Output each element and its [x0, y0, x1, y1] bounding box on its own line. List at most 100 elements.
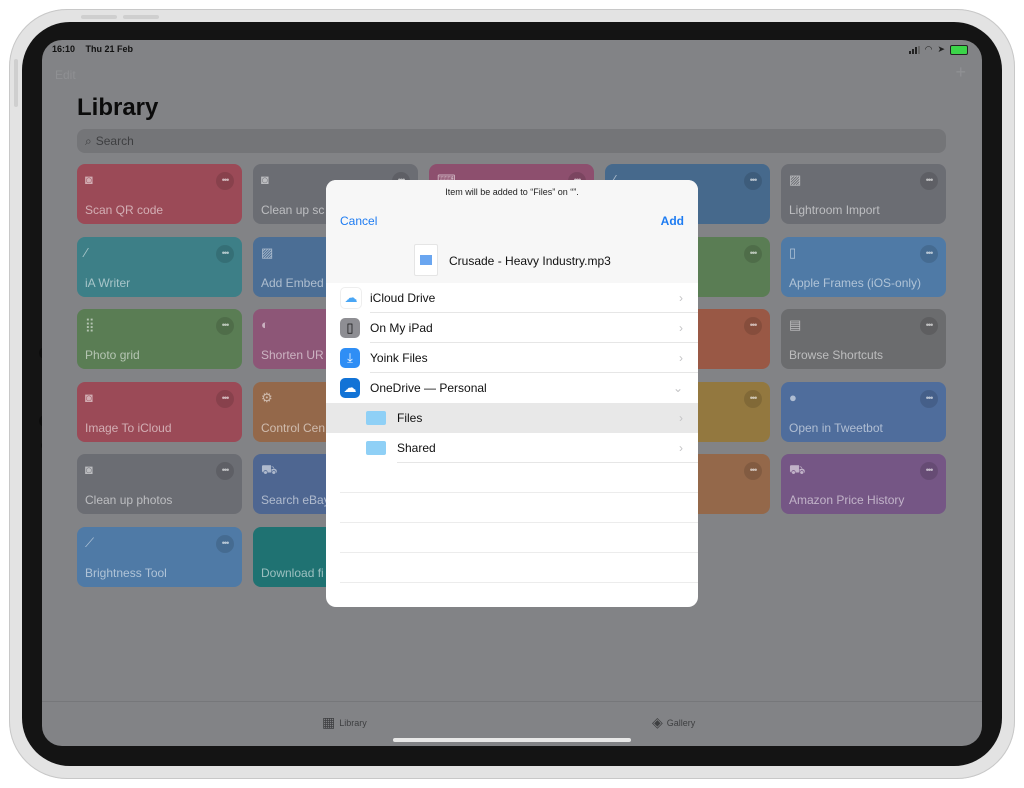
cart-icon: ⛟ [789, 462, 806, 477]
shortcut-label: Browse Shortcuts [789, 348, 884, 362]
shortcut-card[interactable]: ⟋ ••• Brightness Tool [77, 526, 242, 587]
more-options-icon[interactable]: ••• [216, 244, 234, 263]
camera-icon: ◙ [85, 389, 93, 405]
shortcut-card[interactable]: ◙ ••• Image To iCloud [77, 381, 242, 442]
shortcut-label: Lightroom Import [789, 203, 880, 217]
camera-icon: ◙ [85, 172, 93, 187]
more-options-icon[interactable]: ••• [744, 172, 762, 190]
folder-row[interactable]: Files › [326, 403, 698, 433]
edit-button[interactable]: Edit [55, 68, 76, 82]
shortcut-label: iA Writer [85, 275, 131, 290]
wifi-icon: ◠ [924, 44, 933, 54]
shortcut-card[interactable]: ▨ ••• Lightroom Import [781, 164, 946, 224]
folder-row[interactable]: Shared › [326, 433, 698, 463]
location-label: OneDrive — Personal [370, 381, 487, 395]
chevron-down-icon: ⌄ [672, 381, 683, 395]
empty-row [326, 463, 698, 493]
more-options-icon[interactable]: ••• [920, 389, 938, 408]
location-label: Yoink Files [370, 351, 428, 365]
location-row[interactable]: ▯ On My iPad › [326, 313, 698, 343]
empty-row [326, 523, 698, 553]
signal-icon [908, 45, 920, 54]
plus-icon[interactable]: + [955, 62, 966, 83]
layers-icon: ◈ [652, 714, 663, 730]
chevron-right-icon: › [679, 351, 683, 365]
location-label: On My iPad [370, 321, 433, 335]
more-options-icon[interactable]: ••• [216, 172, 234, 190]
location-row[interactable]: ☁ OneDrive — Personal ⌄ [326, 373, 698, 403]
battery-icon [950, 44, 968, 55]
grid-icon: ▦ [322, 714, 336, 730]
newspaper-icon: ▤ [789, 317, 802, 332]
location-row[interactable]: ☁ iCloud Drive › [326, 283, 698, 313]
status-time: 16:10 [52, 44, 76, 54]
shortcut-label: Amazon Price History [789, 493, 905, 507]
shortcut-label: Brightness Tool [85, 565, 167, 580]
location-icon: ➤ [937, 44, 945, 54]
cancel-button[interactable]: Cancel [340, 214, 377, 228]
power-button [14, 59, 18, 107]
tab-gallery[interactable]: ◈ Gallery [652, 714, 695, 731]
more-options-icon[interactable]: ••• [216, 534, 234, 553]
cart-icon: ⛟ [261, 462, 278, 477]
page-title: Library [77, 94, 159, 121]
tab-gallery-label: Gallery [666, 717, 696, 728]
more-options-icon[interactable]: ••• [744, 462, 762, 480]
status-icons: ◠ ➤ [908, 44, 968, 55]
more-options-icon[interactable]: ••• [920, 317, 938, 335]
more-options-icon[interactable]: ••• [744, 244, 762, 263]
tab-library[interactable]: ▦ Library [322, 714, 367, 731]
folder-icon [366, 411, 386, 425]
volume-button [81, 15, 117, 19]
shortcut-label: Photo grid [85, 348, 140, 362]
folder-label: Files [397, 411, 423, 425]
shortcut-label: Search eBay [261, 493, 330, 507]
shortcut-label: Control Cen [261, 420, 326, 435]
camera-icon: ◙ [85, 462, 93, 477]
home-indicator[interactable] [393, 738, 631, 742]
more-options-icon[interactable]: ••• [216, 462, 234, 480]
shortcut-card[interactable]: ⁄ ••• iA Writer [77, 236, 242, 297]
chevron-right-icon: › [679, 411, 683, 425]
tablet-icon: ▯ [789, 244, 797, 260]
chevron-right-icon: › [679, 291, 683, 305]
location-list: ☁ iCloud Drive › ▯ On My iPad › ⤓ Yoink Files › ☁… [326, 283, 698, 583]
empty-row [326, 493, 698, 523]
chevron-right-icon: › [679, 441, 683, 455]
shortcut-card[interactable]: ⛟ ••• Amazon Price History [781, 454, 946, 514]
photo-icon: ▨ [261, 244, 274, 260]
shortcut-card[interactable]: ● ••• Open in Tweetbot [781, 381, 946, 442]
more-options-icon[interactable]: ••• [920, 462, 938, 480]
shortcut-label: Apple Frames (iOS-only) [789, 275, 922, 290]
photo-icon: ▨ [789, 172, 802, 187]
file-name: Crusade - Heavy Industry.mp3 [449, 254, 611, 268]
status-bar: 16:10 Thu 21 Feb [52, 44, 141, 54]
shortcut-card[interactable]: ▤ ••• Browse Shortcuts [781, 309, 946, 369]
more-options-icon[interactable]: ••• [920, 172, 938, 190]
shortcut-label: Open in Tweetbot [789, 420, 883, 435]
more-options-icon[interactable]: ••• [744, 317, 762, 335]
add-button[interactable]: Add [661, 214, 684, 228]
compass-icon: ◐ [261, 317, 269, 332]
search-input[interactable]: ⌕ Search [77, 129, 946, 153]
status-date: Thu 21 Feb [85, 44, 134, 54]
more-options-icon[interactable]: ••• [744, 389, 762, 408]
speech-bubble-icon: ● [789, 389, 797, 405]
shortcut-card[interactable]: ⣿ ••• Photo grid [77, 309, 242, 369]
more-options-icon[interactable]: ••• [920, 244, 938, 263]
location-row[interactable]: ⤓ Yoink Files › [326, 343, 698, 373]
shortcut-card[interactable]: ◙ ••• Clean up photos [77, 454, 242, 514]
search-placeholder: Search [95, 134, 134, 148]
shortcut-label: Download fi [261, 565, 324, 580]
more-options-icon[interactable]: ••• [216, 389, 234, 408]
shortcut-label: Image To iCloud [85, 420, 172, 435]
tab-library-label: Library [339, 717, 367, 728]
volume-button [123, 15, 159, 19]
empty-row [326, 553, 698, 583]
chevron-right-icon: › [679, 321, 683, 335]
shortcut-label: Clean up sc [261, 203, 325, 217]
grid-icon: ⣿ [85, 317, 95, 332]
more-options-icon[interactable]: ••• [216, 317, 234, 335]
shortcut-card[interactable]: ▯ ••• Apple Frames (iOS-only) [781, 236, 946, 297]
shortcut-card[interactable]: ◙ ••• Scan QR code [77, 164, 242, 224]
